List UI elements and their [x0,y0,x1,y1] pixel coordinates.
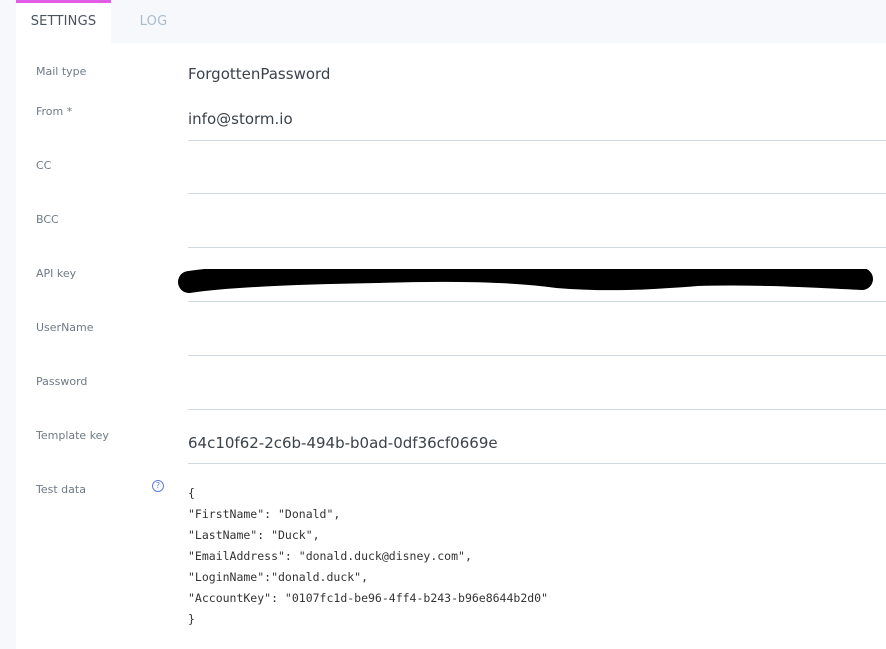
json-line: "EmailAddress": "donald.duck@disney.com"… [188,549,472,563]
password-input[interactable] [188,358,886,410]
question-circle-icon[interactable]: ? [152,480,164,492]
json-line: { [188,486,195,500]
redaction-mark [178,269,873,293]
from-label: From * [36,105,73,118]
test-data-editor[interactable]: { "FirstName": "Donald", "LastName": "Duck… [188,483,548,630]
template-key-input[interactable]: 64c10f62-2c6b-494b-b0ad-0df36cf0669e [188,412,886,464]
mail-type-value: ForgottenPassword [188,65,331,83]
username-input[interactable] [188,304,886,356]
json-line: "LastName": "Duck", [188,528,320,542]
bcc-label: BCC [36,213,59,226]
settings-panel: Mail type ForgottenPassword From * info@… [16,43,886,649]
cc-input[interactable] [188,142,886,194]
json-line: "AccountKey": "0107fc1d-be96-4ff4-b243-b… [188,591,549,605]
template-key-label: Template key [36,429,109,442]
from-value: info@storm.io [188,110,293,128]
tab-settings[interactable]: SETTINGS [16,0,111,43]
api-key-label: API key [36,267,77,280]
from-input[interactable]: info@storm.io [188,89,886,141]
test-data-label: Test data [36,483,86,496]
tab-log[interactable]: LOG [111,0,196,43]
json-line: "LoginName":"donald.duck", [188,570,369,584]
json-line: } [188,612,195,626]
password-label: Password [36,375,88,388]
cc-label: CC [36,159,52,172]
json-line: "FirstName": "Donald", [188,507,341,521]
bcc-input[interactable] [188,196,886,248]
mail-type-field: ForgottenPassword [188,43,886,95]
tab-bar: SETTINGS LOG [16,0,196,43]
mail-type-label: Mail type [36,65,87,78]
template-key-value: 64c10f62-2c6b-494b-b0ad-0df36cf0669e [188,434,498,452]
username-label: UserName [36,321,94,334]
